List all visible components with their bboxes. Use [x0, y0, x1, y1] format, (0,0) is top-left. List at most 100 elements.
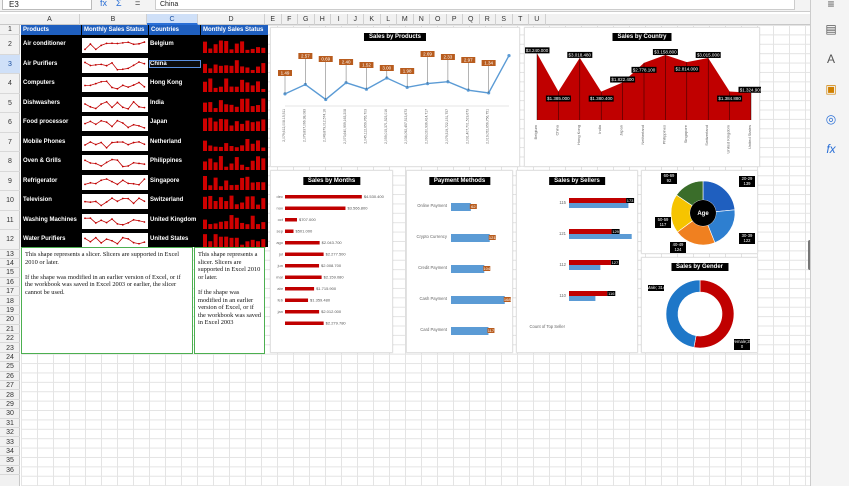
- row-header-19[interactable]: 19: [0, 306, 20, 316]
- column-header-O[interactable]: O: [430, 14, 447, 25]
- gallery-icon[interactable]: ▣: [824, 82, 838, 96]
- column-header-L[interactable]: L: [381, 14, 397, 25]
- row-header-22[interactable]: 22: [0, 334, 20, 344]
- equals-icon[interactable]: =: [135, 0, 140, 8]
- row-header-32[interactable]: 32: [0, 428, 20, 438]
- row-header-24[interactable]: 24: [0, 353, 20, 363]
- sparkline-point: [111, 217, 113, 220]
- row-header-21[interactable]: 21: [0, 325, 20, 335]
- row-header-14[interactable]: 14: [0, 259, 20, 269]
- name-box[interactable]: E3: [2, 0, 92, 10]
- column-header-N[interactable]: N: [414, 14, 430, 25]
- row-header-7[interactable]: 7: [0, 133, 20, 152]
- row-header-20[interactable]: 20: [0, 315, 20, 325]
- slicer-placeholder-left[interactable]: This shape represents a slicer. Slicers …: [21, 247, 193, 354]
- row-header-23[interactable]: 23: [0, 344, 20, 353]
- sparkline-point: [132, 141, 135, 143]
- row-header-33[interactable]: 33: [0, 438, 20, 447]
- column-header-A[interactable]: A: [20, 14, 80, 25]
- row-header-4[interactable]: 4: [0, 74, 20, 94]
- column-header-S[interactable]: S: [496, 14, 513, 25]
- sidebar: ≡ ▤ A ▣ ◎ fx: [810, 0, 849, 486]
- chart-age[interactable]: 20-29 139 30-39 122 40-49 124 50-59 117 60-69 92 A…: [641, 170, 758, 254]
- column-header-K[interactable]: K: [364, 14, 381, 25]
- row-header-1[interactable]: 1: [0, 25, 20, 35]
- properties-icon[interactable]: ▤: [824, 22, 838, 36]
- column-header-B[interactable]: B: [80, 14, 147, 25]
- sparkbar-svg: [203, 59, 266, 73]
- row-header-18[interactable]: 18: [0, 297, 20, 306]
- row-header-31[interactable]: 31: [0, 419, 20, 429]
- sparkline-point: [138, 140, 140, 143]
- sparkbar: [261, 119, 266, 131]
- x-tick-label: India: [597, 124, 602, 133]
- sparkline-path: [84, 197, 145, 207]
- chart-sales-by-sellers[interactable]: Sales by Sellers 115 173 121 129 112 127 110 11…: [516, 170, 638, 353]
- column-header-C[interactable]: C: [147, 14, 198, 25]
- navigator-icon[interactable]: ◎: [824, 112, 838, 126]
- country-cell: Japan: [150, 119, 168, 125]
- sparkbar: [245, 66, 250, 73]
- row-header-17[interactable]: 17: [0, 287, 20, 297]
- styles-icon[interactable]: A: [824, 52, 838, 66]
- row-header-30[interactable]: 30: [0, 409, 20, 419]
- slicer-placeholder-right[interactable]: This shape represents a slicer. Slicers …: [194, 247, 265, 354]
- column-header-J[interactable]: J: [348, 14, 364, 25]
- sparkbar: [245, 98, 250, 112]
- column-header-E[interactable]: E: [265, 14, 282, 25]
- sum-icon[interactable]: Σ: [116, 0, 122, 8]
- column-header-U[interactable]: U: [529, 14, 546, 25]
- row-header-34[interactable]: 34: [0, 447, 20, 457]
- column-header-M[interactable]: M: [397, 14, 414, 25]
- row-header-11[interactable]: 11: [0, 211, 20, 230]
- sparkline-svg: [84, 177, 146, 186]
- column-header-D[interactable]: D: [198, 14, 265, 25]
- chart-sales-by-country[interactable]: Sales by Country $3.240.000 Belgium $1.385…: [524, 27, 761, 167]
- row-header-16[interactable]: 16: [0, 278, 20, 288]
- row-header-35[interactable]: 35: [0, 456, 20, 466]
- column-header-Q[interactable]: Q: [463, 14, 480, 25]
- sparkbar-svg: [203, 175, 266, 190]
- row-header-10[interactable]: 10: [0, 191, 20, 211]
- x-tick-label: Japan: [619, 125, 624, 136]
- row-header-29[interactable]: 29: [0, 400, 20, 410]
- sparkline-point: [121, 197, 124, 200]
- column-header-R[interactable]: R: [480, 14, 496, 25]
- menu-icon[interactable]: ≡: [824, 0, 838, 11]
- row-header-13[interactable]: 13: [0, 250, 20, 259]
- column-header-I[interactable]: I: [331, 14, 348, 25]
- row-header-9[interactable]: 9: [0, 172, 20, 191]
- row-header-15[interactable]: 15: [0, 268, 20, 278]
- row-header-25[interactable]: 25: [0, 362, 20, 372]
- row-header-2[interactable]: 2: [0, 35, 20, 55]
- formula-input[interactable]: China: [155, 0, 795, 10]
- column-header-P[interactable]: P: [447, 14, 463, 25]
- chart-sales-by-products[interactable]: Sales by Products 1.49 2,079,612,008.15,5…: [270, 27, 520, 167]
- chart-payment-methods[interactable]: Payment Methods Online Payment 62 Crypto C…: [406, 170, 513, 353]
- product-cell: Refrigerator: [23, 177, 58, 184]
- sparkline-point: [132, 43, 135, 46]
- row-header-36[interactable]: 36: [0, 466, 20, 476]
- sparkbar: [240, 164, 245, 170]
- sparkline-point: [89, 105, 92, 108]
- row-header-6[interactable]: 6: [0, 113, 20, 133]
- column-header-F[interactable]: F: [282, 14, 298, 25]
- row-header-26[interactable]: 26: [0, 372, 20, 382]
- chart-sales-by-months[interactable]: Sales by Months dec $4.530.400 nov $3.566.8…: [270, 170, 393, 353]
- row-header-8[interactable]: 8: [0, 152, 20, 172]
- sparkbar: [261, 97, 266, 112]
- row-header-3[interactable]: 3: [0, 54, 20, 74]
- row-header-28[interactable]: 28: [0, 391, 20, 400]
- function-wizard-icon[interactable]: fx: [100, 0, 107, 8]
- column-header-G[interactable]: G: [298, 14, 315, 25]
- column-header-T[interactable]: T: [513, 14, 529, 25]
- row-header-12[interactable]: 12: [0, 230, 20, 250]
- sparkbar: [256, 66, 260, 73]
- chart-sales-by-gender[interactable]: Sales by Gender Male; 314 Female;28 0: [641, 257, 758, 353]
- functions-icon[interactable]: fx: [824, 142, 838, 156]
- row-header-27[interactable]: 27: [0, 381, 20, 391]
- row-header-5[interactable]: 5: [0, 94, 20, 113]
- column-header-H[interactable]: H: [315, 14, 331, 25]
- sparkline-point: [116, 87, 119, 90]
- sparkbar: [229, 145, 234, 151]
